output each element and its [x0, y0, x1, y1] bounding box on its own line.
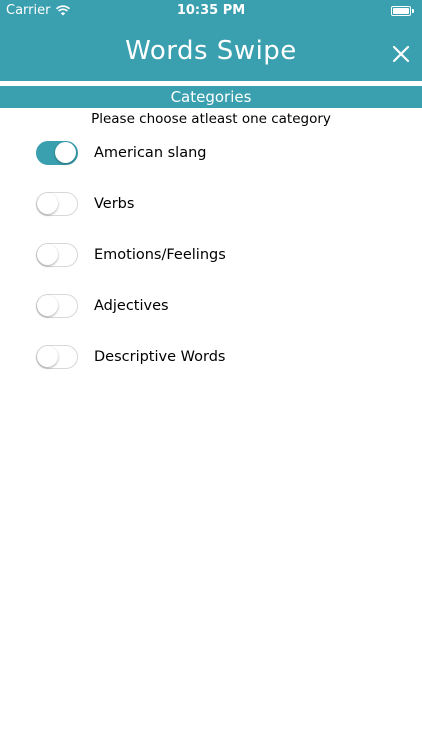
toggle-knob [37, 193, 58, 214]
status-time: 10:35 PM [176, 3, 246, 18]
category-row-american-slang: American slang [0, 138, 422, 170]
category-row-emotions-feelings: Emotions/Feelings [0, 240, 422, 272]
category-label: Verbs [94, 196, 135, 212]
status-bar: Carrier 10:35 PM [0, 0, 422, 22]
toggle-emotions-feelings[interactable] [36, 243, 78, 267]
toggle-verbs[interactable] [36, 192, 78, 216]
header: Carrier 10:35 PM Words Swipe [0, 0, 422, 81]
category-label: Emotions/Feelings [94, 247, 226, 263]
screen: Carrier 10:35 PM Words Swipe Categories … [0, 0, 422, 750]
battery-icon [391, 6, 415, 16]
toggle-knob [37, 295, 58, 316]
category-row-adjectives: Adjectives [0, 291, 422, 323]
instruction-text: Please choose atleast one category [91, 111, 331, 127]
page-title: Words Swipe [125, 36, 297, 66]
category-label: American slang [94, 145, 207, 161]
toggle-knob [37, 244, 58, 265]
category-label: Adjectives [94, 298, 169, 314]
category-row-verbs: Verbs [0, 189, 422, 221]
toggle-knob [55, 142, 76, 163]
category-row-descriptive-words: Descriptive Words [0, 342, 422, 374]
category-label: Descriptive Words [94, 349, 226, 365]
close-icon [392, 45, 410, 63]
section-title: Categories [0, 86, 422, 108]
close-button[interactable] [390, 43, 412, 65]
toggle-knob [37, 346, 58, 367]
toggle-adjectives[interactable] [36, 294, 78, 318]
toggle-descriptive-words[interactable] [36, 345, 78, 369]
toggle-american-slang[interactable] [36, 141, 78, 165]
